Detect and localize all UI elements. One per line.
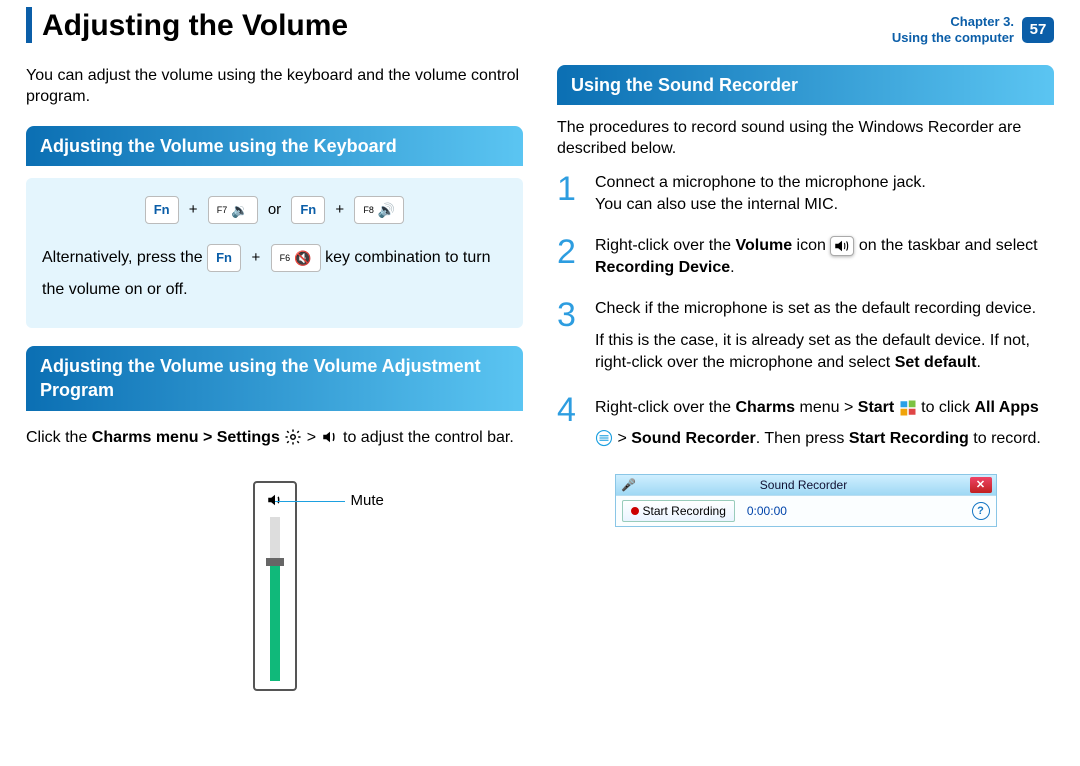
sr-body: Start Recording 0:00:00 ? — [616, 495, 996, 526]
header-right: Chapter 3. Using the computer 57 — [892, 14, 1054, 47]
volume-icon — [321, 428, 339, 446]
volume-up-icon: 🔊 — [378, 201, 395, 220]
step-3-body: Check if the microphone is set as the de… — [595, 298, 1054, 373]
all-apps-icon — [595, 429, 613, 447]
section-heading-recorder: Using the Sound Recorder — [557, 65, 1054, 105]
record-dot-icon — [631, 507, 639, 515]
step-1-body: Connect a microphone to the microphone j… — [595, 172, 1054, 215]
volume-slider-figure: Mute — [26, 481, 523, 691]
section-heading-program: Adjusting the Volume using the Volume Ad… — [26, 346, 523, 411]
sr-close-button[interactable]: ✕ — [970, 477, 992, 493]
volume-slider — [253, 481, 297, 691]
plus-sign: + — [189, 201, 198, 218]
step-3-number: 3 — [557, 298, 591, 373]
step-4-number: 4 — [557, 393, 591, 454]
page-title: Adjusting the Volume — [42, 6, 348, 47]
charms-instruction: Click the Charms menu > Settings > to ad… — [26, 423, 523, 453]
title-wrap: Adjusting the Volume — [26, 6, 348, 47]
callout-line — [275, 501, 345, 502]
start-recording-label: Start Recording — [643, 503, 726, 519]
step-4: 4 Right-click over the Charms menu > Sta… — [557, 393, 1054, 454]
chapter-info: Chapter 3. Using the computer — [892, 14, 1014, 47]
plus-sign-2: + — [335, 201, 344, 218]
left-column: You can adjust the volume using the keyb… — [26, 65, 523, 691]
taskbar-volume-icon — [830, 236, 854, 256]
section-heading-keyboard: Adjusting the Volume using the Keyboard — [26, 126, 523, 166]
section-label: Using the computer — [892, 30, 1014, 46]
step-2-number: 2 — [557, 235, 591, 278]
windows-start-icon — [899, 399, 917, 417]
settings-gear-icon — [284, 428, 302, 446]
right-column: Using the Sound Recorder The procedures … — [557, 65, 1054, 691]
columns: You can adjust the volume using the keyb… — [26, 65, 1054, 691]
keyboard-panel: Fn + F7🔉 or Fn + F8🔊 Alternatively, pres… — [26, 178, 523, 328]
volume-down-icon: 🔉 — [231, 201, 248, 220]
sr-time: 0:00:00 — [747, 503, 787, 519]
sr-help-button[interactable]: ? — [972, 502, 990, 520]
f7-key: F7🔉 — [208, 196, 258, 224]
key-combo-row: Fn + F7🔉 or Fn + F8🔊 — [42, 196, 507, 224]
mute-icon: 🔇 — [294, 244, 311, 272]
step-3: 3 Check if the microphone is set as the … — [557, 298, 1054, 373]
start-recording-button[interactable]: Start Recording — [622, 500, 735, 522]
page: Adjusting the Volume Chapter 3. Using th… — [0, 0, 1080, 766]
sound-recorder-window: 🎤 Sound Recorder ✕ Start Recording 0:00:… — [615, 474, 997, 527]
alt-combo-text: Alternatively, press the Fn + F6🔇 key co… — [42, 242, 507, 306]
f8-key: F8🔊 — [354, 196, 404, 224]
step-1-number: 1 — [557, 172, 591, 215]
fn-key: Fn — [145, 196, 179, 224]
sr-window-title: Sound Recorder — [638, 477, 970, 493]
title-accent-bar — [26, 7, 32, 43]
fn-key-2: Fn — [291, 196, 325, 224]
slider-thumb — [266, 558, 284, 566]
slider-speaker-icon — [266, 491, 284, 509]
step-2-body: Right-click over the Volume icon on the … — [595, 235, 1054, 278]
or-word: or — [268, 201, 281, 218]
step-2: 2 Right-click over the Volume icon on th… — [557, 235, 1054, 278]
sr-titlebar: 🎤 Sound Recorder ✕ — [616, 475, 996, 495]
step-4-body: Right-click over the Charms menu > Start… — [595, 393, 1054, 454]
f6-key: F6🔇 — [271, 244, 321, 272]
chapter-label: Chapter 3. — [892, 14, 1014, 30]
slider-track — [270, 517, 280, 681]
page-number-badge: 57 — [1022, 17, 1054, 43]
step-1: 1 Connect a microphone to the microphone… — [557, 172, 1054, 215]
intro-text: You can adjust the volume using the keyb… — [26, 65, 523, 108]
recorder-intro: The procedures to record sound using the… — [557, 117, 1054, 160]
slider-fill — [270, 558, 280, 681]
sr-mic-icon: 🎤 — [620, 477, 638, 493]
page-header: Adjusting the Volume Chapter 3. Using th… — [26, 0, 1054, 47]
fn-key-3: Fn — [207, 244, 241, 272]
mute-callout: Mute — [351, 491, 384, 511]
